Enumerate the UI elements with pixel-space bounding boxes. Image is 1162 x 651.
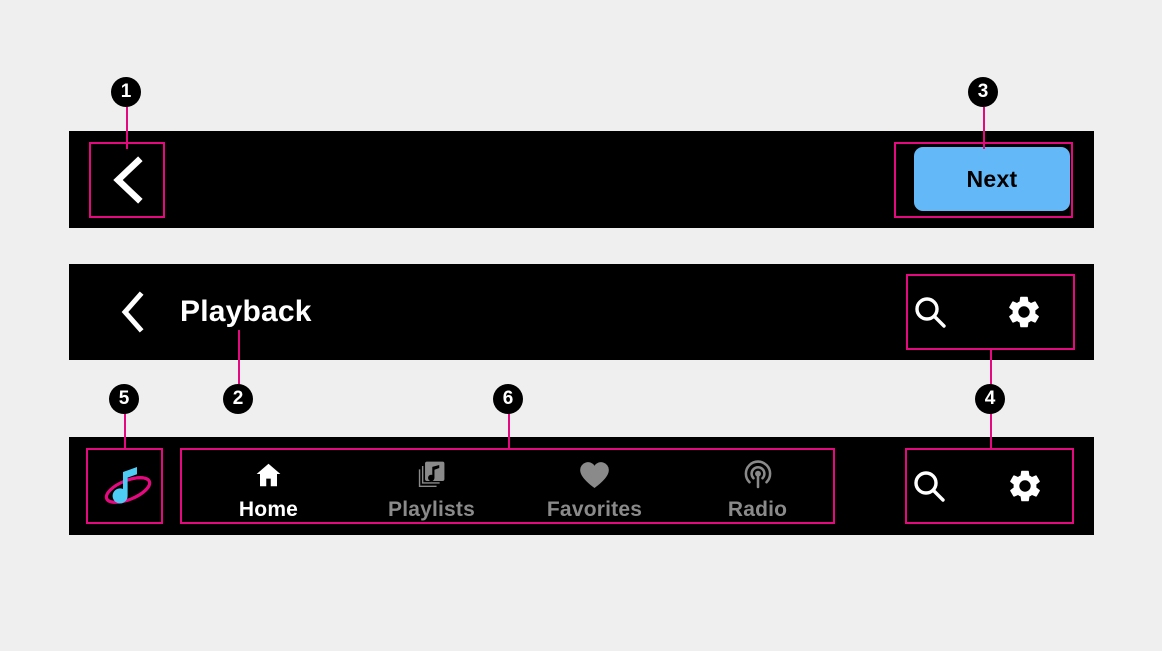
bottom-settings-button[interactable] xyxy=(1003,464,1047,508)
nav-label-home: Home xyxy=(238,497,299,521)
gear-icon xyxy=(1009,296,1039,328)
nav-label-favorites: Favorites xyxy=(546,497,643,521)
nav-label-playlists: Playlists xyxy=(387,497,476,521)
annotation-marker-4: 4 xyxy=(975,384,1005,414)
playback-settings-button[interactable] xyxy=(1002,290,1046,334)
playback-back-button[interactable] xyxy=(103,283,161,341)
annotation-marker-3: 3 xyxy=(968,77,998,107)
chevron-left-icon xyxy=(113,156,143,204)
top-wizard-bar: Next xyxy=(69,131,1094,228)
nav-item-playlists[interactable]: Playlists xyxy=(350,451,513,522)
brand-logo[interactable] xyxy=(98,456,158,516)
bottom-bar-actions xyxy=(907,464,1094,508)
radio-broadcast-icon xyxy=(742,459,774,491)
next-button[interactable]: Next xyxy=(914,147,1070,211)
nav-item-favorites[interactable]: Favorites xyxy=(513,451,676,522)
annotation-marker-1: 1 xyxy=(111,77,141,107)
playlists-icon xyxy=(416,459,447,491)
top-bar-back-button[interactable] xyxy=(89,142,165,218)
search-icon xyxy=(914,471,945,502)
search-icon xyxy=(915,297,946,328)
playback-search-button[interactable] xyxy=(908,290,952,334)
annotation-marker-6: 6 xyxy=(493,384,523,414)
annotation-marker-2: 2 xyxy=(223,384,253,414)
nav-items-group: Home Playlists Favorites Radio xyxy=(187,451,839,522)
nav-label-radio: Radio xyxy=(727,497,788,521)
playback-header-bar: Playback xyxy=(69,264,1094,360)
nav-item-radio[interactable]: Radio xyxy=(676,451,839,522)
heart-icon xyxy=(578,459,611,491)
chevron-left-icon xyxy=(121,291,144,333)
home-icon xyxy=(252,459,285,491)
music-note-orbit-logo xyxy=(104,467,152,504)
bottom-navigation-bar: Home Playlists Favorites Radio xyxy=(69,437,1094,535)
page-title: Playback xyxy=(180,295,312,328)
playback-header-actions xyxy=(908,290,1094,334)
screen-canvas: Next Playback Home Playlists Favorites R… xyxy=(0,0,1162,651)
annotation-marker-5: 5 xyxy=(109,384,139,414)
nav-item-home[interactable]: Home xyxy=(187,451,350,522)
bottom-search-button[interactable] xyxy=(907,464,951,508)
gear-icon xyxy=(1010,470,1040,502)
